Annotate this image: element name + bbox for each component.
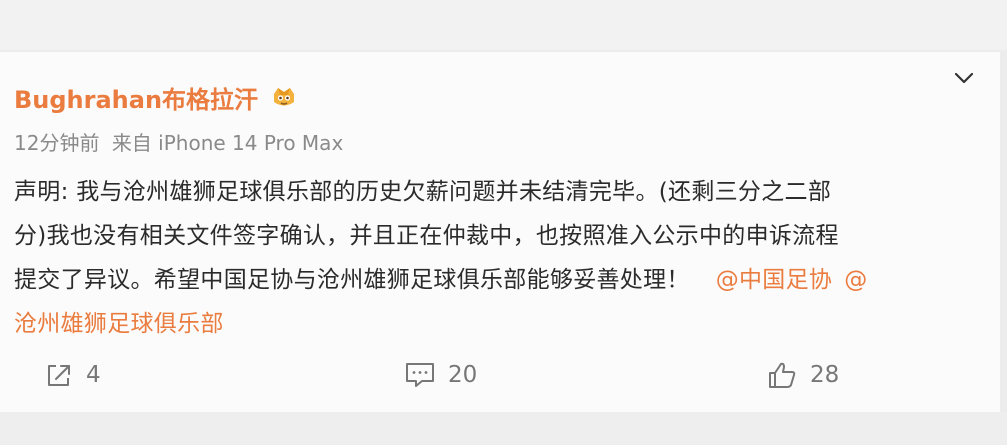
post-time: 12分钟前 (14, 131, 100, 155)
mention-at-sign[interactable]: @ (844, 267, 867, 293)
comment-count: 20 (448, 362, 478, 388)
content-line-3: 提交了异议。希望中国足协与沧州雄狮足球俱乐部能够妥善处理！ @中国足协 @ (14, 258, 974, 302)
comment-button[interactable]: 20 (404, 358, 477, 392)
post-source: 来自 iPhone 14 Pro Max (111, 131, 344, 155)
like-count: 28 (810, 362, 840, 388)
like-button[interactable]: 28 (766, 358, 839, 392)
top-background (0, 0, 1007, 50)
comment-icon (404, 360, 436, 390)
vip-badge-icon (270, 84, 298, 110)
repost-button[interactable]: 4 (44, 358, 101, 392)
content-line-1: 声明: 我与沧州雄狮足球俱乐部的历史欠薪问题并未结清完毕。(还剩三分之二部 (14, 179, 832, 205)
mention-cfa[interactable]: @中国足协 (716, 267, 833, 293)
chevron-down-icon[interactable] (950, 64, 978, 92)
repost-count: 4 (86, 362, 101, 388)
content-line-3-text: 提交了异议。希望中国足协与沧州雄狮足球俱乐部能够妥善处理！ (14, 267, 690, 293)
post-content: 声明: 我与沧州雄狮足球俱乐部的历史欠薪问题并未结清完毕。(还剩三分之二部 分)… (14, 170, 974, 346)
post-meta: 12分钟前 来自 iPhone 14 Pro Max (14, 127, 343, 156)
bottom-background (0, 412, 1007, 445)
share-icon (44, 360, 74, 390)
content-line-4: 沧州雄狮足球俱乐部 (14, 302, 974, 346)
content-line-2: 分)我也没有相关文件签字确认，并且正在仲裁中，也按照准入公示中的申诉流程 (14, 223, 839, 249)
mention-cangzhou-club[interactable]: 沧州雄狮足球俱乐部 (14, 311, 224, 337)
thumbs-up-icon (766, 360, 798, 390)
username[interactable]: Bughrahan布格拉汗 (14, 80, 258, 115)
